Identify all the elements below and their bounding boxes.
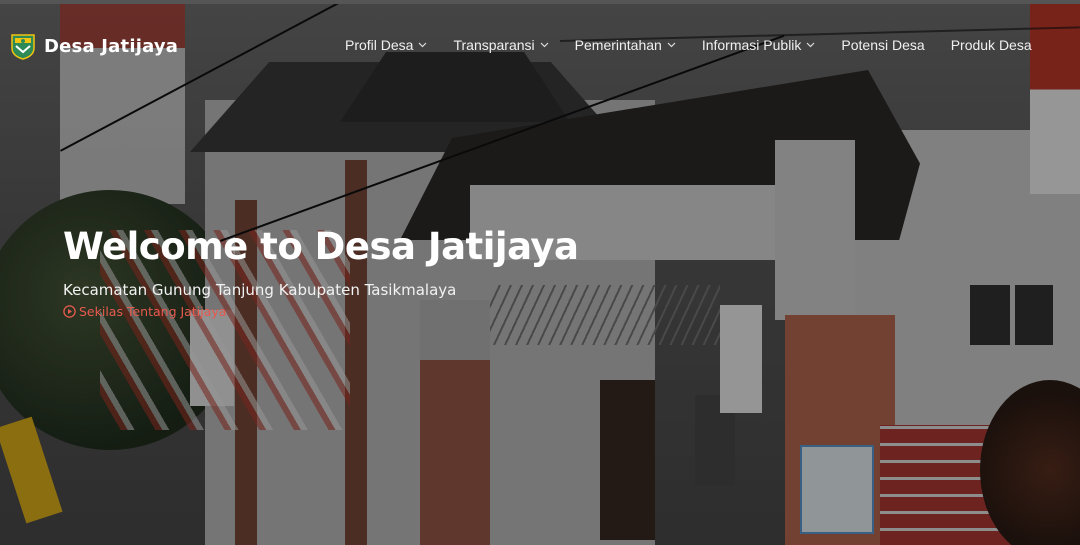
- nav-item-label: Produk Desa: [950, 37, 1032, 53]
- nav-item-label: Potensi Desa: [841, 37, 925, 53]
- nav-item-produk-desa[interactable]: Produk Desa: [951, 37, 1032, 53]
- chevron-down-icon: [667, 42, 676, 48]
- chevron-down-icon: [540, 42, 549, 48]
- brand-link[interactable]: Desa Jatijaya: [10, 32, 178, 60]
- chevron-down-icon: [419, 42, 427, 48]
- nav-item-pemerintahan[interactable]: Pemerintahan: [575, 37, 676, 53]
- chevron-down-icon: [806, 42, 815, 48]
- nav-item-profil-desa[interactable]: Profil Desa: [345, 37, 427, 53]
- nav-item-potensi-desa[interactable]: Potensi Desa: [841, 37, 924, 53]
- site-header: Desa Jatijaya Profil Desa Transparansi P…: [0, 24, 1080, 70]
- nav-item-label: Transparansi: [453, 37, 535, 53]
- hero-title: Welcome to Desa Jatijaya: [63, 225, 579, 268]
- brand-name: Desa Jatijaya: [44, 35, 179, 57]
- nav-item-transparansi[interactable]: Transparansi: [453, 37, 549, 53]
- about-village-link-label: Sekilas Tentang Jatijaya: [79, 304, 227, 319]
- nav-item-label: Informasi Publik: [701, 37, 802, 53]
- regency-crest-icon: [11, 34, 35, 60]
- play-circle-icon: [63, 305, 76, 318]
- nav-item-label: Profil Desa: [345, 37, 414, 53]
- nav-item-informasi-publik[interactable]: Informasi Publik: [702, 37, 816, 53]
- hero-subtitle: Kecamatan Gunung Tanjung Kabupaten Tasik…: [63, 281, 457, 299]
- nav-item-label: Pemerintahan: [574, 37, 662, 53]
- about-village-link[interactable]: Sekilas Tentang Jatijaya: [63, 304, 226, 319]
- top-border: [0, 0, 1080, 4]
- hero-background-image: [0, 0, 1080, 545]
- main-nav: Profil Desa Transparansi Pemerintahan In…: [345, 37, 1058, 53]
